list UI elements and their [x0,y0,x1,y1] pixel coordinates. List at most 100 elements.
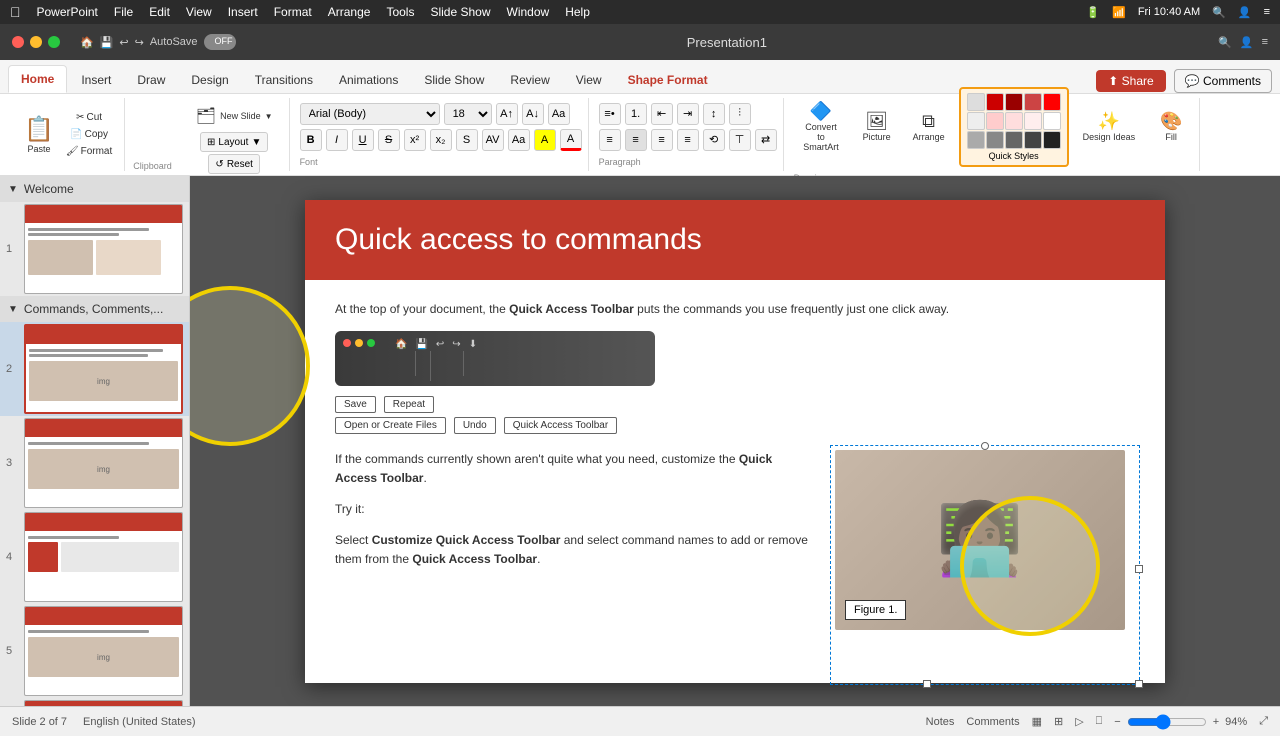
char-spacing-button[interactable]: AV [482,129,504,151]
notes-button[interactable]: Notes [926,716,955,728]
reset-button[interactable]: ↺ Reset [208,154,260,174]
bold-button[interactable]: B [300,129,322,151]
tab-review[interactable]: Review [498,67,561,93]
section-commands-header[interactable]: ▼ Commands, Comments,... [0,296,189,322]
menu-tools[interactable]: Tools [386,5,414,19]
maximize-button[interactable] [48,36,60,48]
arrange-button[interactable]: ⧉ Arrange [905,107,953,146]
align-text-button[interactable]: ⊤ [729,129,751,151]
paste-button[interactable]: 📋 Paste [16,100,62,169]
bullets-button[interactable]: ≡• [599,103,621,125]
tab-design[interactable]: Design [179,67,240,93]
menu-window[interactable]: Window [507,5,550,19]
tab-draw[interactable]: Draw [125,67,177,93]
control-center-icon[interactable]: ≡ [1264,6,1270,18]
new-slide-button[interactable]: 🗂 New Slide ▼ [188,102,281,130]
shape-fill-button[interactable]: 🎨 Fill [1149,107,1193,146]
new-slide-dropdown-icon[interactable]: ▼ [265,112,273,121]
tab-transitions[interactable]: Transitions [243,67,325,93]
subscript-button[interactable]: x₂ [430,129,452,151]
presenter-view-icon[interactable]: ⎕ [1096,715,1103,728]
align-right-button[interactable]: ≡ [651,129,673,151]
zoom-out-button[interactable]: − [1114,716,1120,728]
slide-thumb-5[interactable]: img [24,606,183,696]
tab-home[interactable]: Home [8,65,67,93]
strikethrough-button[interactable]: S [378,129,400,151]
redo-icon[interactable]: ↪ [135,36,144,49]
tab-slideshow[interactable]: Slide Show [412,67,496,93]
tab-insert[interactable]: Insert [69,67,123,93]
highlight-color-button[interactable]: A [534,129,556,151]
comments-status-button[interactable]: Comments [966,716,1019,728]
slide-thumb-6[interactable] [24,700,183,706]
close-button[interactable] [12,36,24,48]
zoom-in-button[interactable]: + [1213,716,1219,728]
titlebar-user-icon[interactable]: 👤 [1240,36,1254,49]
increase-indent-button[interactable]: ⇥ [677,103,699,125]
italic-button[interactable]: I [326,129,348,151]
slide-thumb-3[interactable]: img [24,418,183,508]
quick-styles-button[interactable]: Quick Styles [959,87,1069,167]
slide-thumbnail-5[interactable]: 5 img [0,604,189,698]
figure-caption[interactable]: Figure 1. [845,600,906,620]
tab-view[interactable]: View [564,67,614,93]
menu-edit[interactable]: Edit [149,5,170,19]
layout-button[interactable]: ⊞ Layout ▼ [200,132,268,152]
minimize-button[interactable] [30,36,42,48]
menu-powerpointapp[interactable]: PowerPoint [37,5,98,19]
slide-thumbnail-3[interactable]: 3 img [0,416,189,510]
tab-shape-format[interactable]: Shape Format [616,67,720,93]
slide-thumb-4[interactable] [24,512,183,602]
slide-thumbnail-6[interactable]: 6 [0,698,189,706]
search-icon[interactable]: 🔍 [1212,6,1226,19]
align-center-button[interactable]: ≡ [625,129,647,151]
decrease-indent-button[interactable]: ⇤ [651,103,673,125]
autosave-toggle[interactable]: OFF [204,34,236,50]
cut-button[interactable]: ✂ Cut [62,110,116,125]
titlebar-menu-icon[interactable]: ≡ [1262,36,1268,48]
clear-format-button[interactable]: Aa [548,103,570,125]
align-left-button[interactable]: ≡ [599,129,621,151]
slide-thumb-1[interactable] [24,204,183,294]
undo-icon[interactable]: ↩ [119,36,128,49]
numbering-button[interactable]: 1. [625,103,647,125]
font-color-button[interactable]: A [560,129,582,151]
decrease-font-size-button[interactable]: A↓ [522,103,544,125]
menu-view[interactable]: View [186,5,212,19]
tab-animations[interactable]: Animations [327,67,410,93]
menu-arrange[interactable]: Arrange [328,5,371,19]
slide-canvas[interactable]: Quick access to commands At the top of y… [305,200,1165,683]
user-icon[interactable]: 👤 [1238,6,1252,19]
titlebar-search-icon[interactable]: 🔍 [1218,36,1232,49]
font-size-select[interactable]: 18 [444,103,492,125]
increase-font-size-button[interactable]: A↑ [496,103,518,125]
apple-logo-icon[interactable]:  [10,4,21,20]
superscript-button[interactable]: x² [404,129,426,151]
underline-button[interactable]: U [352,129,374,151]
slide-sorter-icon[interactable]: ⊞ [1054,715,1063,728]
normal-view-icon[interactable]: ▦ [1032,715,1042,728]
menu-file[interactable]: File [114,5,133,19]
smartart-button[interactable]: ⇄ [755,129,777,151]
columns-button[interactable]: ⫶ [729,103,751,125]
slide-thumbnail-2[interactable]: 2 img [0,322,189,416]
layout-dropdown-icon[interactable]: ▼ [251,137,261,148]
menu-slideshow[interactable]: Slide Show [430,5,490,19]
text-shadow-button[interactable]: S [456,129,478,151]
menu-insert[interactable]: Insert [228,5,258,19]
menu-help[interactable]: Help [565,5,590,19]
font-family-select[interactable]: Arial (Body) [300,103,440,125]
picture-button[interactable]: 🖼 Picture [855,107,899,146]
fit-to-window-button[interactable]: ⤢ [1259,715,1268,728]
design-ideas-button[interactable]: ✨ Design Ideas [1075,107,1144,146]
justify-button[interactable]: ≡ [677,129,699,151]
menu-format[interactable]: Format [274,5,312,19]
line-spacing-button[interactable]: ↕ [703,103,725,125]
slide-thumb-2[interactable]: img [24,324,183,414]
change-case-button[interactable]: Aa [508,129,530,151]
copy-button[interactable]: 📄 Copy [62,127,116,142]
text-direction-button[interactable]: ⟲ [703,129,725,151]
reading-view-icon[interactable]: ▷ [1075,715,1083,728]
format-painter-button[interactable]: 🖌 Format [62,144,116,159]
convert-smartart-button[interactable]: 🔷 Convert to SmartArt [794,97,849,156]
